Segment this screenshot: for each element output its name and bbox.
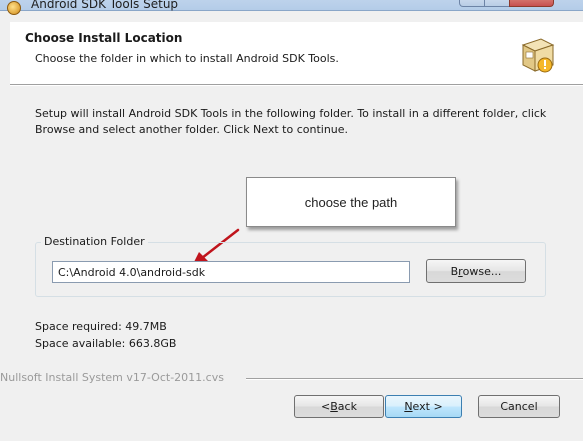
browse-button[interactable]: Br owse... [426,259,526,283]
header-separator [10,84,583,86]
page-title: Choose Install Location [25,31,183,45]
destination-folder-label: Destination Folder [41,235,148,248]
intro-line-1: Setup will install Android SDK Tools in … [35,107,547,120]
window-title: Android SDK Tools Setup [31,0,179,11]
space-required: Space required: 49.7MB [35,320,167,333]
cancel-button[interactable]: Cancel [478,395,560,418]
intro-line-2: Browse and select another folder. Click … [35,123,349,136]
annotation-callout: choose the path [246,177,456,227]
setup-window: Android SDK Tools Setup Choose Install L… [0,0,583,441]
destination-path-input[interactable] [52,261,410,283]
annotation-callout-text: choose the path [304,194,398,210]
close-button[interactable] [509,0,554,7]
installer-app-icon [7,1,21,15]
install-box-icon [521,38,555,73]
maximize-button[interactable] [484,0,510,7]
space-info: Space required: 49.7MB Space available: … [35,318,176,352]
nsis-branding: Nullsoft Install System v17-Oct-2011.cvs [0,371,224,384]
back-button[interactable]: < Back [294,395,384,418]
wizard-header: Choose Install Location Choose the folde… [10,22,583,84]
page-subtitle: Choose the folder in which to install An… [35,52,339,65]
minimize-button[interactable] [459,0,485,7]
branding-separator [246,378,583,380]
intro-text: Setup will install Android SDK Tools in … [35,106,565,138]
space-available: Space available: 663.8GB [35,337,177,350]
title-bar[interactable]: Android SDK Tools Setup [0,0,583,15]
next-button[interactable]: Next > [385,395,462,418]
